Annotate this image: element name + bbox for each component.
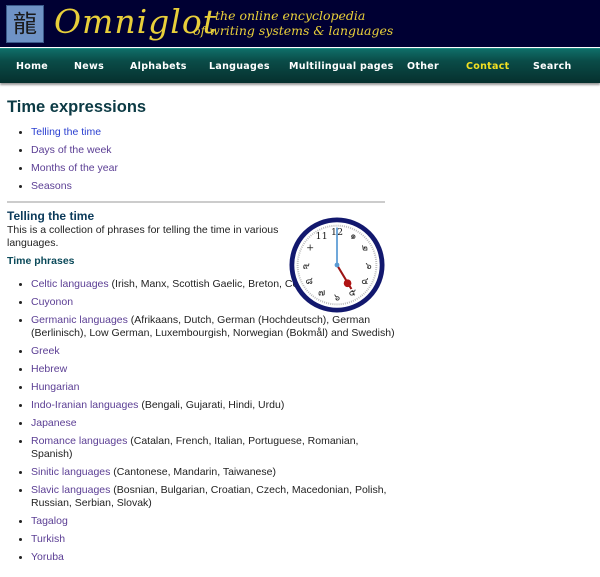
nav-contact[interactable]: Contact (466, 61, 510, 72)
phrase-link[interactable]: Hungarian (31, 381, 79, 393)
main-content: Time expressions Telling the time Days o… (0, 98, 600, 564)
phrase-list-item: Hebrew (19, 363, 401, 376)
phrase-link[interactable]: Hebrew (31, 363, 67, 375)
tagline-line-2: of writing systems & languages (193, 23, 394, 38)
phrase-list-item: Yoruba (19, 551, 401, 564)
toc-link-months-of-the-year[interactable]: Months of the year (31, 162, 118, 174)
svg-text:+: + (306, 243, 314, 254)
svg-text:๕: ๕ (349, 288, 356, 299)
phrase-list-item: Slavic languages (Bosnian, Bulgarian, Cr… (19, 484, 401, 510)
svg-text:๑: ๑ (350, 231, 356, 242)
svg-text:๙: ๙ (303, 261, 310, 272)
svg-text:๖: ๖ (366, 261, 372, 272)
svg-text:๗: ๗ (318, 288, 325, 299)
toc-item: Telling the time (19, 126, 600, 139)
svg-text:11: 11 (316, 231, 328, 242)
svg-text:๔: ๔ (361, 276, 368, 287)
phrase-list-item: Greek (19, 345, 401, 358)
svg-text:๒: ๒ (362, 243, 368, 254)
toc-item: Days of the week (19, 144, 600, 157)
site-banner: 龍 Omniglot the online encyclopedia of wr… (0, 0, 600, 47)
phrase-list-item: Indo-Iranian languages (Bengali, Gujarat… (19, 399, 401, 412)
nav-news[interactable]: News (74, 61, 104, 72)
phrase-link[interactable]: Romance languages (31, 435, 127, 447)
phrase-list-item: Turkish (19, 533, 401, 546)
phrase-link[interactable]: Yoruba (31, 551, 64, 563)
nav-languages[interactable]: Languages (209, 61, 270, 72)
phrase-link[interactable]: Slavic languages (31, 484, 110, 496)
phrase-list-item: Japanese (19, 417, 401, 430)
phrase-link[interactable]: Japanese (31, 417, 77, 429)
intro-text: This is a collection of phrases for tell… (7, 224, 279, 249)
phrase-detail: (Cantonese, Mandarin, Taiwanese) (110, 466, 276, 478)
nav-alphabets[interactable]: Alphabets (130, 61, 187, 72)
toc-item: Seasons (19, 180, 600, 193)
phrase-link[interactable]: Celtic languages (31, 278, 109, 290)
phrase-list-item: Sinitic languages (Cantonese, Mandarin, … (19, 466, 401, 479)
nav-other[interactable]: Other (407, 61, 439, 72)
svg-text:๘: ๘ (305, 276, 312, 287)
nav-search[interactable]: Search (533, 61, 572, 72)
phrase-link[interactable]: Greek (31, 345, 60, 357)
table-of-contents: Telling the time Days of the week Months… (7, 126, 600, 193)
toc-link-telling-the-time[interactable]: Telling the time (31, 126, 101, 138)
phrase-list-item: Romance languages (Catalan, French, Ital… (19, 435, 401, 461)
page-title: Time expressions (7, 98, 147, 116)
toc-item: Months of the year (19, 162, 600, 175)
section-divider (7, 201, 385, 203)
tagline: the online encyclopedia of writing syste… (193, 8, 393, 38)
logo-glyph: 龍 (13, 10, 37, 38)
toc-link-days-of-the-week[interactable]: Days of the week (31, 144, 112, 156)
tagline-line-1: the online encyclopedia (215, 8, 366, 23)
nav-multilingual-pages[interactable]: Multilingual pages (289, 61, 394, 72)
phrase-link[interactable]: Indo-Iranian languages (31, 399, 138, 411)
main-nav: Home News Alphabets Languages Multilingu… (0, 48, 600, 83)
phrase-link[interactable]: Cuyonon (31, 296, 73, 308)
phrase-list: Celtic languages (Irish, Manx, Scottish … (7, 278, 600, 564)
phrase-list-item: Germanic languages (Afrikaans, Dutch, Ge… (19, 314, 401, 340)
phrase-link[interactable]: Turkish (31, 533, 65, 545)
svg-text:๖: ๖ (334, 293, 340, 304)
omniglot-logo-icon[interactable]: 龍 (6, 5, 44, 43)
nav-home[interactable]: Home (16, 61, 48, 72)
toc-link-seasons[interactable]: Seasons (31, 180, 72, 192)
phrase-link[interactable]: Tagalog (31, 515, 68, 527)
phrase-detail: (Bengali, Gujarati, Hindi, Urdu) (138, 399, 285, 411)
clock-icon: 12 11 ๑ ๒ ๖ ๔ ๕ ๖ ๗ ๘ ๙ + (289, 217, 385, 313)
phrase-list-item: Tagalog (19, 515, 401, 528)
hour-hand-weight (343, 279, 352, 288)
clock-center (334, 262, 340, 268)
phrase-list-item: Hungarian (19, 381, 401, 394)
phrase-link[interactable]: Germanic languages (31, 314, 128, 326)
phrase-link[interactable]: Sinitic languages (31, 466, 110, 478)
